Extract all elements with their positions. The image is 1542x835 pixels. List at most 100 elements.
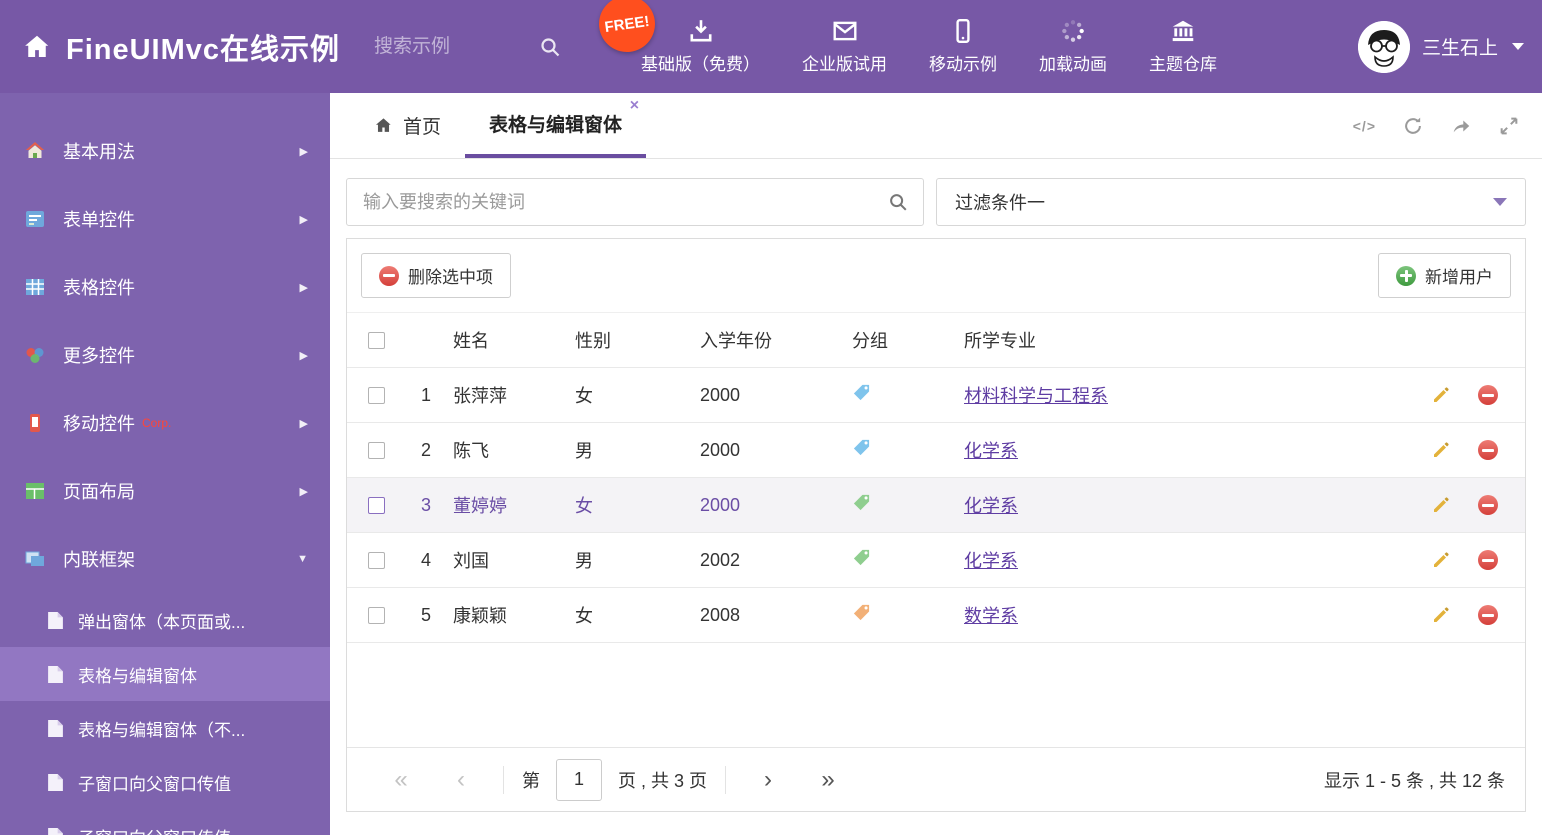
tab-grid-edit-window[interactable]: 表格与编辑窗体 (465, 93, 647, 158)
delete-icon[interactable] (1478, 440, 1498, 460)
sidebar-subitem-child-to-parent-2[interactable]: 子窗口向父窗口传值... (0, 809, 330, 835)
nav-loading-animation[interactable]: 加载动画 (1039, 18, 1107, 75)
sidebar-item-mobile-controls[interactable]: 移动控件 Corp. (0, 389, 330, 457)
sidebar-subitem-grid-edit-window-2[interactable]: 表格与编辑窗体（不... (0, 701, 330, 755)
row-checkbox[interactable] (367, 496, 385, 514)
row-major-link[interactable]: 化学系 (964, 496, 1018, 516)
table-row[interactable]: 5 康颖颖 女 2008 数学系 (347, 588, 1525, 643)
sidebar-item-page-layout[interactable]: 页面布局 (0, 457, 330, 525)
expand-icon[interactable] (1498, 115, 1520, 137)
search-icon[interactable] (538, 35, 562, 59)
share-icon[interactable] (1450, 115, 1472, 137)
sidebar-item-more-controls[interactable]: 更多控件 (0, 321, 330, 389)
delete-icon[interactable] (1478, 385, 1498, 405)
chevron-right-icon (300, 145, 308, 158)
add-user-label: 新增用户 (1425, 268, 1493, 287)
tag-icon (853, 549, 870, 566)
chevron-right-icon (300, 349, 308, 362)
tab-label: 首页 (403, 117, 442, 138)
keyword-search-input[interactable] (361, 190, 887, 214)
row-major-link[interactable]: 化学系 (964, 441, 1018, 461)
delete-icon[interactable] (1478, 550, 1498, 570)
sidebar-item-iframe[interactable]: 内联框架 (0, 525, 330, 593)
header-search-input[interactable] (372, 34, 513, 59)
shapes-icon (26, 348, 44, 363)
spinner-icon (1062, 20, 1084, 42)
nav-enterprise-trial[interactable]: 企业版试用 (802, 18, 887, 75)
edit-icon[interactable] (1431, 550, 1451, 570)
file-icon (48, 611, 63, 629)
search-icon[interactable] (887, 191, 909, 213)
corp-badge: Corp. (142, 416, 172, 430)
filter-dropdown-value: 过滤条件一 (955, 193, 1045, 213)
avatar (1357, 20, 1410, 73)
nav-theme-repo[interactable]: 主题仓库 (1149, 18, 1217, 75)
edit-icon[interactable] (1431, 495, 1451, 515)
table-row[interactable]: 3 董婷婷 女 2000 化学系 (347, 478, 1525, 533)
source-code-icon[interactable] (1353, 118, 1376, 134)
nav-label: 移动示例 (929, 55, 998, 74)
table-row[interactable]: 4 刘国 男 2002 化学系 (347, 533, 1525, 588)
main-content: 首页 表格与编辑窗体 过滤条件一 (330, 93, 1542, 835)
row-checkbox[interactable] (367, 386, 385, 404)
table-row[interactable]: 1 张萍萍 女 2000 材料科学与工程系 (347, 368, 1525, 423)
sidebar-item-label: 移动控件 (63, 414, 135, 434)
delete-selected-button[interactable]: 删除选中项 (361, 253, 511, 298)
delete-icon[interactable] (1478, 495, 1498, 515)
next-page-button[interactable] (738, 766, 798, 794)
prev-page-button[interactable] (431, 766, 491, 794)
divider (725, 765, 727, 794)
sidebar-item-label: 表单控件 (63, 210, 135, 230)
row-name: 张萍萍 (453, 386, 507, 406)
row-major-link[interactable]: 化学系 (964, 551, 1018, 571)
nav-mobile-demo[interactable]: 移动示例 (929, 18, 997, 75)
sidebar-subitem-label: 子窗口向父窗口传值... (78, 824, 245, 835)
bank-icon (1172, 20, 1194, 42)
select-all-checkbox[interactable] (367, 331, 385, 349)
sidebar-subitem-popup-window[interactable]: 弹出窗体（本页面或... (0, 593, 330, 647)
row-major-link[interactable]: 数学系 (964, 606, 1018, 626)
last-page-button[interactable] (798, 766, 858, 794)
edit-icon[interactable] (1431, 385, 1451, 405)
page-number-input[interactable] (556, 758, 602, 801)
sidebar-item-label: 页面布局 (63, 482, 135, 502)
filter-dropdown[interactable]: 过滤条件一 (936, 178, 1526, 226)
tab-home[interactable]: 首页 (350, 93, 465, 158)
sidebar-item-basic-usage[interactable]: 基本用法 (0, 117, 330, 185)
app-home-icon[interactable] (22, 32, 52, 62)
edit-icon[interactable] (1431, 440, 1451, 460)
sidebar-subitem-child-to-parent[interactable]: 子窗口向父窗口传值 (0, 755, 330, 809)
layout-icon (26, 483, 44, 499)
close-icon[interactable] (630, 98, 639, 114)
row-checkbox[interactable] (367, 441, 385, 459)
header-group: 分组 (852, 331, 888, 351)
nav-basic-edition[interactable]: FREE! 基础版（免费） (595, 0, 760, 75)
tag-icon (853, 494, 870, 511)
refresh-icon[interactable] (1402, 115, 1424, 137)
mobile-icon (956, 18, 970, 44)
row-major-link[interactable]: 材料科学与工程系 (964, 386, 1108, 406)
row-number: 4 (420, 549, 431, 570)
row-checkbox[interactable] (367, 551, 385, 569)
tab-bar: 首页 表格与编辑窗体 (330, 93, 1542, 159)
sidebar-item-grid-controls[interactable]: 表格控件 (0, 253, 330, 321)
chevron-down-icon (297, 553, 308, 565)
sidebar-subitem-grid-edit-window[interactable]: 表格与编辑窗体 (0, 647, 330, 701)
user-menu[interactable]: 三生石上 (1357, 20, 1524, 73)
download-icon (690, 20, 712, 42)
row-gender: 男 (575, 441, 593, 461)
delete-icon[interactable] (1478, 605, 1498, 625)
table-row[interactable]: 2 陈飞 男 2000 化学系 (347, 423, 1525, 478)
row-checkbox[interactable] (367, 606, 385, 624)
page-prefix: 第 (522, 770, 540, 791)
first-page-button[interactable] (371, 766, 431, 794)
grid-empty-space (347, 643, 1525, 747)
sidebar-item-form-controls[interactable]: 表单控件 (0, 185, 330, 253)
header-major: 所学专业 (964, 331, 1036, 351)
sidebar-item-label: 更多控件 (63, 346, 135, 366)
user-name: 三生石上 (1421, 38, 1498, 59)
add-user-button[interactable]: 新增用户 (1378, 253, 1511, 298)
edit-icon[interactable] (1431, 605, 1451, 625)
tab-bar-tools (1353, 93, 1520, 158)
row-year: 2000 (700, 384, 741, 405)
